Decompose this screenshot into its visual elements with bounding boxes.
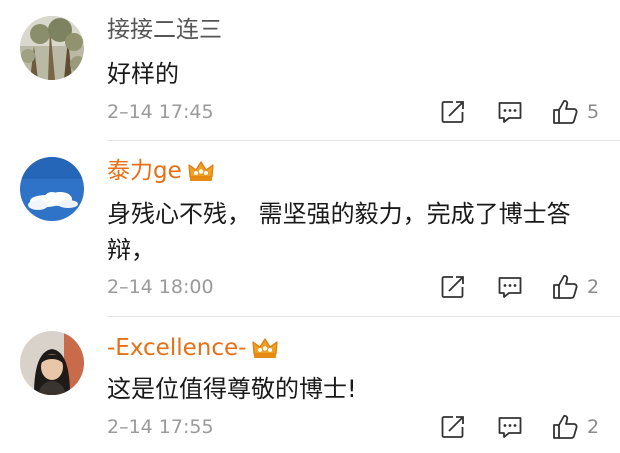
comment-button[interactable] (497, 97, 523, 127)
like-button[interactable]: 2 (551, 412, 599, 442)
like-button[interactable]: 2 (551, 272, 599, 302)
share-icon (441, 416, 464, 438)
comment-time: 2–14 17:55 (107, 416, 214, 438)
comment-time: 2–14 17:45 (107, 101, 214, 123)
comment-icon (498, 417, 522, 438)
username[interactable]: 接接二连三 (107, 15, 222, 45)
like-count: 2 (587, 416, 600, 438)
comment-icon (498, 277, 522, 298)
comment-item: 泰力ge 身残心不残， 需坚强的毅力，完成了博士答辩， 2–14 18:00 2 (0, 141, 620, 317)
comment-meta: 2–14 18:00 2 (107, 272, 620, 302)
user-avatar[interactable] (20, 16, 84, 80)
username-text: 泰力ge (107, 158, 182, 184)
comment-button[interactable] (497, 412, 523, 442)
username[interactable]: 泰力ge (107, 156, 215, 186)
username-text: -Excellence- (107, 335, 247, 361)
comment-text: 这是位值得尊敬的博士! (107, 375, 357, 403)
share-icon (441, 276, 464, 298)
comment-icon (498, 102, 522, 123)
comment-item: 接接二连三 好样的 2–14 17:45 5 (0, 0, 620, 141)
thumbs-up-icon (553, 415, 578, 439)
username-text: 接接二连三 (107, 17, 222, 43)
crown-badge-icon (251, 336, 279, 360)
forward-button[interactable] (440, 97, 466, 127)
share-icon (441, 101, 464, 123)
thumbs-up-icon (553, 100, 578, 124)
like-count: 2 (587, 276, 600, 298)
like-button[interactable]: 5 (551, 97, 599, 127)
comment-text: 身残心不残， 需坚强的毅力，完成了博士答辩， (107, 200, 571, 264)
forward-button[interactable] (440, 412, 466, 442)
thumbs-up-icon (553, 275, 578, 299)
crown-badge-icon (187, 159, 215, 183)
comment-meta: 2–14 17:45 5 (107, 97, 620, 127)
forward-button[interactable] (440, 272, 466, 302)
comment-text: 好样的 (107, 60, 179, 88)
username[interactable]: -Excellence- (107, 333, 279, 363)
like-count: 5 (587, 101, 600, 123)
comment-button[interactable] (497, 272, 523, 302)
comment-time: 2–14 18:00 (107, 276, 214, 298)
user-avatar[interactable] (20, 331, 84, 395)
comment-meta: 2–14 17:55 2 (107, 412, 620, 442)
user-avatar[interactable] (20, 157, 84, 221)
comment-item: -Excellence- 这是位值得尊敬的博士! 2–14 17:55 2 (0, 317, 620, 453)
